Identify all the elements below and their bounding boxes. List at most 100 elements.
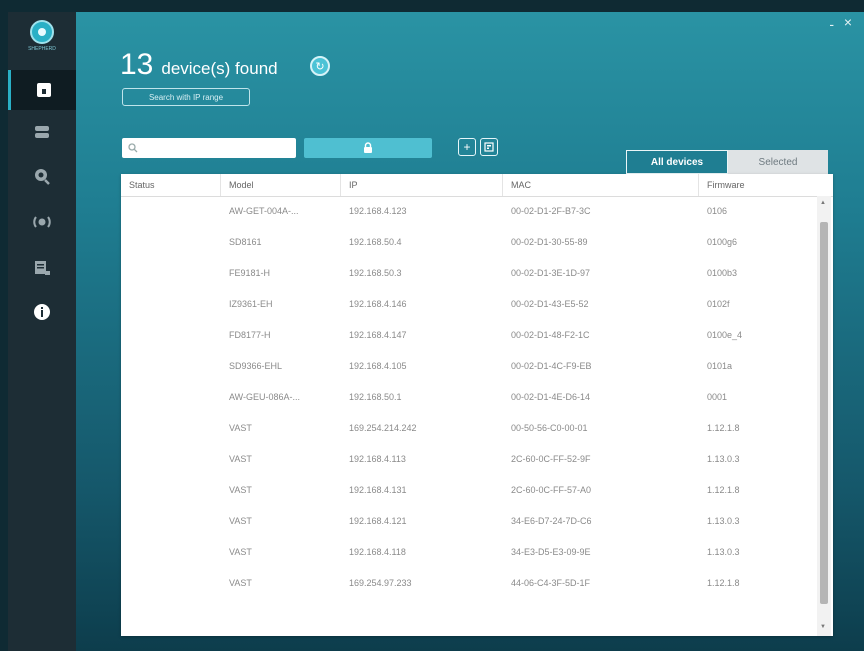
- cell-status: [121, 382, 221, 413]
- cell-mac: 34-E6-D7-24-7D-C6: [511, 516, 592, 526]
- home-icon: [36, 83, 51, 97]
- cell-status: [121, 289, 221, 320]
- sidebar-item-info[interactable]: [8, 292, 76, 332]
- cell-ip: 169.254.97.233: [349, 578, 412, 588]
- network-icon: [33, 216, 51, 228]
- plus-icon: +: [463, 140, 471, 154]
- cell-status: [121, 537, 221, 568]
- cell-firmware: 1.12.1.8: [707, 578, 740, 588]
- device-count-label: device(s) found: [161, 59, 278, 78]
- table-row[interactable]: AW-GEU-086A-... 192.168.50.1 00-02-D1-4E-D…: [121, 382, 815, 413]
- sidebar-item-settings[interactable]: [8, 156, 76, 196]
- cell-model: VAST: [229, 578, 252, 588]
- search-field[interactable]: [122, 138, 296, 158]
- refresh-button[interactable]: ↻: [310, 56, 330, 76]
- cell-firmware: 0001: [707, 392, 728, 402]
- cell-mac: 00-02-D1-30-55-89: [511, 237, 588, 247]
- cell-ip: 192.168.4.105: [349, 361, 407, 371]
- settings-icon: [35, 169, 50, 185]
- cell-model: FE9181-H: [229, 268, 271, 278]
- cell-firmware: 1.12.1.8: [707, 485, 740, 495]
- export-button[interactable]: [480, 138, 498, 156]
- device-count: 13: [120, 48, 154, 81]
- sidebar-item-network[interactable]: [8, 202, 76, 242]
- table-header: Status Model IP MAC Firmware: [121, 174, 833, 197]
- cell-firmware: 0100e_4: [707, 330, 743, 340]
- search-input[interactable]: [142, 141, 286, 155]
- cell-model: VAST: [229, 485, 252, 495]
- logo-icon: [30, 20, 54, 44]
- scrollbar-thumb[interactable]: [820, 222, 828, 604]
- cell-status: [121, 413, 221, 444]
- cell-firmware: 0100g6: [707, 237, 738, 247]
- cell-ip: 192.168.4.131: [349, 485, 407, 495]
- table-row[interactable]: VAST 192.168.4.113 2C-60-0C-FF-52-9F 1.13.0…: [121, 444, 815, 475]
- cell-mac: 00-02-D1-4E-D6-14: [511, 392, 591, 402]
- logo-text: SHEPHERD: [28, 46, 56, 52]
- table-row[interactable]: IZ9361-EH 192.168.4.146 00-02-D1-43-E5-52 0…: [121, 289, 815, 320]
- table-row[interactable]: VAST 192.168.4.121 34-E6-D7-24-7D-C6 1.13.0…: [121, 506, 815, 537]
- sidebar-item-report[interactable]: [8, 248, 76, 288]
- cell-status: [121, 258, 221, 289]
- sidebar-item-home[interactable]: [8, 70, 76, 110]
- close-button[interactable]: ×: [844, 14, 852, 30]
- column-header-firmware[interactable]: Firmware: [699, 174, 817, 196]
- column-header-model[interactable]: Model: [221, 174, 341, 196]
- sidebar-item-devices[interactable]: [8, 112, 76, 152]
- column-header-mac[interactable]: MAC: [503, 174, 699, 196]
- refresh-icon: ↻: [315, 60, 325, 73]
- cell-model: SD9366-EHL: [229, 361, 283, 371]
- device-tabs: All devices Selected: [626, 150, 828, 174]
- cell-firmware: 0106: [707, 206, 728, 216]
- cell-ip: 192.168.50.3: [349, 268, 402, 278]
- cell-ip: 192.168.4.146: [349, 299, 407, 309]
- cell-mac: 00-02-D1-48-F2-1C: [511, 330, 590, 340]
- table-row[interactable]: VAST 192.168.4.131 2C-60-0C-FF-57-A0 1.12.1…: [121, 475, 815, 506]
- table-row[interactable]: FE9181-H 192.168.50.3 00-02-D1-3E-1D-97 010…: [121, 258, 815, 289]
- cell-model: IZ9361-EH: [229, 299, 273, 309]
- cell-status: [121, 568, 221, 599]
- scroll-up-icon[interactable]: ▲: [820, 200, 826, 206]
- add-device-button[interactable]: +: [458, 138, 476, 156]
- cell-model: VAST: [229, 516, 252, 526]
- table-row[interactable]: VAST 169.254.214.242 00-50-56-C0-00-01 1.12…: [121, 413, 815, 444]
- minimize-button[interactable]: -: [829, 16, 834, 32]
- cell-ip: 192.168.4.113: [349, 454, 406, 464]
- tab-all-devices[interactable]: All devices: [626, 150, 728, 174]
- search-ip-range-button[interactable]: Search with IP range: [122, 88, 250, 106]
- cell-ip: 192.168.4.123: [349, 206, 407, 216]
- table-row[interactable]: SD8161 192.168.50.4 00-02-D1-30-55-89 0100g…: [121, 227, 815, 258]
- table-row[interactable]: FD8177-H 192.168.4.147 00-02-D1-48-F2-1C 01…: [121, 320, 815, 351]
- info-icon: [34, 304, 50, 320]
- table-row[interactable]: SD9366-EHL 192.168.4.105 00-02-D1-4C-F9-EB…: [121, 351, 815, 382]
- cell-firmware: 0102f: [707, 299, 730, 309]
- lock-icon: [364, 142, 372, 153]
- search-icon: [128, 143, 138, 153]
- lock-button[interactable]: [304, 138, 432, 158]
- cell-model: VAST: [229, 454, 252, 464]
- table-row[interactable]: VAST 192.168.4.118 34-E3-D5-E3-09-9E 1.13.0…: [121, 537, 815, 568]
- cell-ip: 192.168.4.147: [349, 330, 407, 340]
- cell-ip: 192.168.50.1: [349, 392, 402, 402]
- device-icon: [35, 126, 49, 138]
- cell-firmware: 0100b3: [707, 268, 738, 278]
- cell-model: FD8177-H: [229, 330, 271, 340]
- cell-model: AW-GEU-086A-...: [229, 392, 301, 402]
- cell-mac: 00-50-56-C0-00-01: [511, 423, 588, 433]
- table-row[interactable]: VAST 169.254.97.233 44-06-C4-3F-5D-1F 1.12.…: [121, 568, 815, 599]
- column-header-status[interactable]: Status: [121, 174, 221, 196]
- column-header-ip[interactable]: IP: [341, 174, 503, 196]
- cell-status: [121, 227, 221, 258]
- cell-status: [121, 196, 221, 227]
- device-count-heading: 13 device(s) found: [120, 48, 278, 82]
- sidebar: SHEPHERD: [8, 12, 76, 651]
- cell-ip: 192.168.4.121: [349, 516, 407, 526]
- scroll-down-icon[interactable]: ▼: [820, 624, 826, 630]
- cell-firmware: 1.13.0.3: [707, 454, 740, 464]
- table-row[interactable]: AW-GET-004A-... 192.168.4.123 00-02-D1-2F-…: [121, 196, 815, 227]
- cell-status: [121, 506, 221, 537]
- tab-selected[interactable]: Selected: [728, 150, 828, 174]
- cell-mac: 00-02-D1-4C-F9-EB: [511, 361, 592, 371]
- cell-status: [121, 444, 221, 475]
- cell-model: SD8161: [229, 237, 262, 247]
